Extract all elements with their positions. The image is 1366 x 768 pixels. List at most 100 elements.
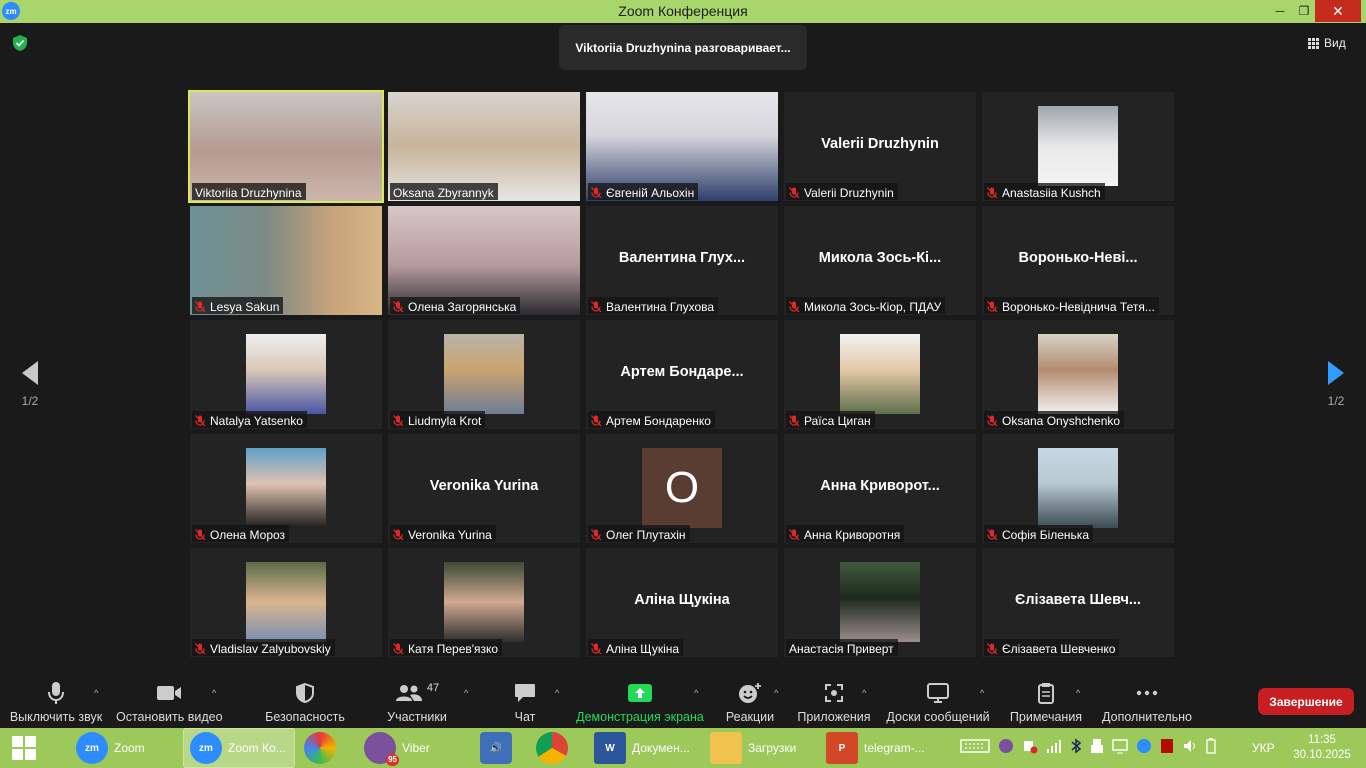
start-button[interactable] (0, 728, 48, 768)
end-meeting-button[interactable]: Завершение (1258, 688, 1354, 715)
taskbar-item-sound[interactable]: 🔊 (474, 729, 526, 767)
participant-name: Анастасія Приверт (789, 641, 894, 656)
taskbar-item-powerpoint[interactable]: Ptelegram-... (820, 729, 932, 767)
view-button[interactable]: Вид (1308, 34, 1346, 52)
notes-button[interactable]: Примечания ^ (1006, 680, 1086, 724)
chevron-up-icon[interactable]: ^ (212, 688, 216, 698)
participant-tile[interactable]: Liudmyla Krot (388, 320, 580, 429)
close-button[interactable]: ✕ (1315, 0, 1361, 22)
participant-profile-photo (840, 334, 920, 414)
participant-tile[interactable]: Natalya Yatsenko (190, 320, 382, 429)
stop-video-button[interactable]: Остановить видео ^ (116, 680, 223, 724)
participant-tile[interactable]: Микола Зось-Кі... Микола Зось-Кіор, ПДАУ (784, 206, 976, 315)
taskbar-item-label: telegram-... (864, 741, 925, 755)
participant-tile[interactable]: Воронько-Неві... Воронько-Невіднича Тетя.… (982, 206, 1174, 315)
grid-view-icon (1308, 37, 1319, 49)
monitor-icon[interactable] (1112, 738, 1128, 759)
participant-tile[interactable]: Олена Мороз (190, 434, 382, 543)
viber-tray-icon[interactable] (998, 738, 1014, 759)
share-screen-button[interactable]: Демонстрация экрана ^ (576, 680, 704, 724)
minimize-button[interactable]: ─ (1267, 0, 1293, 22)
mute-button[interactable]: Выключить звук ^ (8, 680, 104, 724)
participant-tile[interactable]: Валентина Глух... Валентина Глухова (586, 206, 778, 315)
participant-tile[interactable]: Viktoriia Druzhynina (188, 90, 384, 203)
taskbar-item-zm[interactable]: zm Zoom (70, 729, 180, 767)
participant-tile[interactable]: Vladislav Zalyubovskiy (190, 548, 382, 657)
folder-icon (710, 732, 742, 764)
chevron-up-icon[interactable]: ^ (980, 688, 984, 698)
chat-button[interactable]: Чат ^ (505, 680, 559, 724)
taskbar-item-zm[interactable]: zm Zoom Ко... (183, 728, 295, 768)
input-language-indicator[interactable]: УКР (1252, 741, 1275, 755)
participant-tile[interactable]: Veronika Yurina Veronika Yurina (388, 434, 580, 543)
participant-tile[interactable]: Lesya Sakun (190, 206, 382, 315)
chevron-up-icon[interactable]: ^ (1076, 688, 1080, 698)
maximize-button[interactable]: ❐ (1291, 0, 1317, 22)
participant-tile[interactable]: Аліна Щукіна Аліна Щукіна (586, 548, 778, 657)
volume-icon[interactable] (1182, 738, 1198, 759)
next-page-button[interactable]: 1/2 (1316, 355, 1356, 408)
bluetooth-icon[interactable] (1070, 737, 1082, 759)
participant-name-label: Катя Перев'язко (390, 639, 503, 656)
participant-profile-photo (1038, 106, 1118, 186)
participant-name-label: Воронько-Невіднича Тетя... (984, 297, 1159, 314)
participant-name: Євгеній Альохін (606, 185, 695, 200)
network-warning-icon[interactable] (1022, 738, 1038, 759)
whiteboards-button[interactable]: Доски сообщений ^ (884, 680, 992, 724)
participant-tile[interactable]: Євгеній Альохін (586, 92, 778, 201)
participant-name: Раїса Циган (804, 413, 871, 428)
chevron-up-icon[interactable]: ^ (694, 688, 698, 698)
participant-tile[interactable]: Катя Перев'язко (388, 548, 580, 657)
previous-page-button[interactable]: 1/2 (10, 355, 50, 408)
participants-button[interactable]: 47 Участники ^ (384, 680, 468, 724)
chevron-up-icon[interactable]: ^ (774, 688, 778, 698)
taskbar-item-viber[interactable]: 95 Viber (358, 729, 470, 767)
participant-name-label: Анна Криворотня (786, 525, 905, 542)
participant-tile[interactable]: Анна Криворот... Анна Криворотня (784, 434, 976, 543)
mic-muted-icon (591, 642, 602, 655)
participant-tile[interactable]: Олена Загорянська (388, 206, 580, 315)
taskbar-item-chrome[interactable] (530, 729, 584, 767)
taskbar-item-folder[interactable]: Загрузки (704, 729, 816, 767)
encryption-shield-icon[interactable] (11, 34, 29, 52)
usb-icon[interactable] (1090, 738, 1104, 759)
apps-button[interactable]: Приложения ^ (796, 680, 872, 724)
participant-name-label: Valerii Druzhynin (786, 183, 898, 200)
zoom-window: { "window": {"title": "Zoom Конференция"… (0, 0, 1366, 768)
participants-count: 47 (426, 682, 440, 694)
zoom-tray-icon[interactable] (1136, 738, 1152, 759)
chevron-up-icon[interactable]: ^ (464, 688, 468, 698)
participant-tile[interactable]: Oksana Onyshchenko (982, 320, 1174, 429)
chat-bubble-icon (505, 680, 545, 706)
participant-tile[interactable]: О Олег Плутахін (586, 434, 778, 543)
taskbar-item-word[interactable]: W Докумен... (588, 729, 700, 767)
participant-tile[interactable]: Oksana Zbyrannyk (388, 92, 580, 201)
mic-muted-icon (789, 528, 800, 541)
chevron-up-icon[interactable]: ^ (555, 688, 559, 698)
participant-name-label: Єлізавета Шевченко (984, 639, 1120, 656)
signal-bars-icon[interactable] (1046, 738, 1062, 759)
chevron-up-icon[interactable]: ^ (94, 688, 98, 698)
participant-tile[interactable]: Єлізавета Шевч... Єлізавета Шевченко (982, 548, 1174, 657)
participant-profile-photo (246, 448, 326, 528)
battery-icon[interactable] (1206, 737, 1216, 759)
keyboard-icon[interactable] (960, 738, 990, 759)
participant-tile[interactable]: Софія Біленька (982, 434, 1174, 543)
taskbar-item-picasa[interactable] (298, 729, 354, 767)
participant-tile[interactable]: Valerii Druzhynin Valerii Druzhynin (784, 92, 976, 201)
security-button[interactable]: Безопасность (262, 680, 348, 724)
pdf-tray-icon[interactable] (1160, 738, 1174, 759)
reactions-button[interactable]: Реакции ^ (724, 680, 778, 724)
mic-muted-icon (195, 642, 206, 655)
participant-profile-photo (840, 562, 920, 642)
participant-tile[interactable]: Анастасія Приверт (784, 548, 976, 657)
chevron-up-icon[interactable]: ^ (862, 688, 866, 698)
mic-muted-icon (195, 300, 206, 313)
participant-tile[interactable]: Anastasiia Kushch (982, 92, 1174, 201)
participant-tile[interactable]: Раїса Циган (784, 320, 976, 429)
system-clock[interactable]: 11:35 30.10.2025 (1290, 733, 1354, 763)
more-button[interactable]: Дополнительно (1100, 680, 1194, 724)
mic-muted-icon (987, 642, 998, 655)
participant-tile[interactable]: Артем Бондаре... Артем Бондаренко (586, 320, 778, 429)
participant-name-label: Lesya Sakun (192, 297, 284, 314)
